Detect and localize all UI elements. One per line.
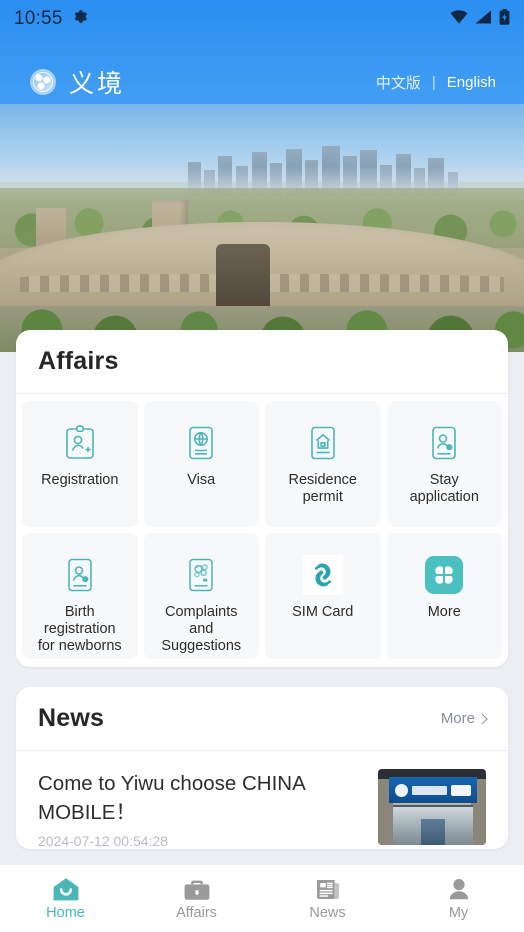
news-card-header: News More	[16, 687, 508, 751]
brand-name: 义境	[69, 70, 126, 98]
news-more-button[interactable]: More	[440, 710, 488, 727]
hero-banner: 10:55 义境 中文版 | English	[0, 0, 524, 352]
house-document-icon	[307, 423, 339, 463]
china-mobile-logo-icon	[394, 783, 408, 797]
tab-label: Affairs	[176, 905, 217, 921]
feedback-document-icon	[185, 555, 217, 595]
news-title: News	[38, 704, 105, 732]
newspaper-icon	[314, 876, 342, 902]
affairs-item-label: SIM Card	[292, 604, 354, 620]
briefcase-icon	[183, 876, 211, 902]
news-list-item[interactable]: Come to Yiwu choose CHINA MOBILE！ 2024-0…	[16, 751, 508, 849]
person-card-clock-icon	[428, 423, 460, 463]
affairs-item-label: Stay application	[409, 472, 479, 505]
tab-my[interactable]: My	[393, 865, 524, 932]
home-icon	[52, 876, 80, 902]
affairs-card-header: Affairs	[16, 330, 508, 394]
id-card-person-add-icon	[64, 423, 96, 463]
status-bar-right	[450, 8, 510, 30]
affairs-item-sim-card[interactable]: SIM Card	[265, 533, 381, 659]
person-card-baby-icon	[64, 555, 96, 595]
affairs-item-label: Registration	[41, 472, 119, 488]
tab-label: Home	[46, 905, 85, 921]
chevron-right-icon	[476, 712, 488, 725]
status-time: 10:55	[14, 8, 63, 29]
hero-photo	[0, 104, 524, 352]
affairs-item-label: More	[427, 604, 461, 620]
news-more-label: More	[440, 710, 475, 727]
affairs-item-residence-permit[interactable]: Residence permit	[265, 401, 381, 527]
status-bar: 10:55	[0, 0, 524, 38]
grid-more-icon	[425, 555, 464, 595]
affairs-item-label: Residence permit	[288, 472, 357, 505]
battery-charging-icon	[499, 8, 510, 30]
app-root: 10:55 义境 中文版 | English Affairs Registrat…	[0, 0, 524, 932]
affairs-item-complaints[interactable]: Complaints and Suggestions	[143, 533, 259, 659]
affairs-card: Affairs Registration Visa Residence perm…	[16, 330, 508, 667]
app-bar: 义境 中文版 | English	[0, 56, 524, 108]
news-item-time: 2024-07-12 00:54:28	[38, 833, 168, 849]
bottom-tab-bar: Home Affairs News My	[0, 864, 524, 932]
news-item-title: Come to Yiwu choose CHINA MOBILE！	[38, 772, 305, 824]
news-item-texts: Come to Yiwu choose CHINA MOBILE！ 2024-0…	[38, 769, 364, 849]
language-switcher: 中文版 | English	[376, 72, 496, 93]
affairs-item-label: Complaints and Suggestions	[161, 604, 242, 654]
affairs-item-registration[interactable]: Registration	[22, 401, 138, 527]
language-chinese-button[interactable]: 中文版	[376, 72, 421, 93]
scroll-content[interactable]: Affairs Registration Visa Residence perm…	[0, 330, 524, 870]
affairs-item-stay-application[interactable]: Stay application	[386, 401, 502, 527]
tab-affairs[interactable]: Affairs	[131, 865, 262, 932]
tab-home[interactable]: Home	[0, 865, 131, 932]
person-icon	[445, 876, 473, 902]
affairs-item-label: Visa	[187, 472, 216, 488]
language-separator: |	[431, 73, 436, 91]
affairs-item-birth-registration[interactable]: Birth registration for newborns	[22, 533, 138, 659]
gear-icon	[71, 8, 88, 30]
wifi-icon	[450, 9, 468, 29]
tab-label: My	[448, 905, 469, 921]
affairs-item-visa[interactable]: Visa	[143, 401, 259, 527]
tab-news[interactable]: News	[262, 865, 393, 932]
brand[interactable]: 义境	[30, 64, 125, 100]
status-bar-left: 10:55	[14, 8, 88, 30]
affairs-item-label: Birth registration for newborns	[37, 604, 122, 654]
news-card: News More Come to Yiwu choose CHINA MOBI…	[16, 687, 508, 849]
cellular-signal-icon	[475, 10, 492, 29]
yijing-globe-logo-icon	[30, 69, 56, 95]
news-item-thumbnail	[378, 769, 486, 845]
affairs-title: Affairs	[38, 347, 119, 375]
passport-globe-icon	[185, 423, 217, 463]
china-mobile-logo-icon	[302, 555, 343, 595]
tab-label: News	[309, 905, 346, 921]
affairs-item-more[interactable]: More	[386, 533, 502, 659]
language-english-button[interactable]: English	[447, 74, 496, 91]
affairs-grid: Registration Visa Residence permit Stay …	[16, 394, 508, 667]
